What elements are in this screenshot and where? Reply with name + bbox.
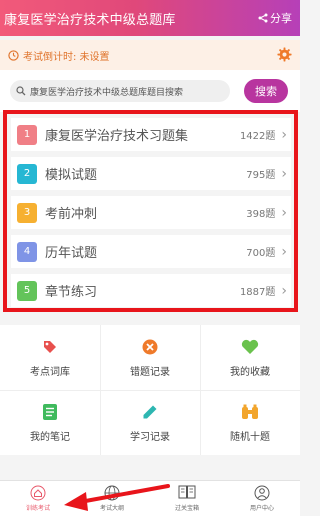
- item-number-badge: 1: [17, 124, 37, 145]
- grid-item-study-records[interactable]: 学习记录: [100, 390, 200, 455]
- search-icon: [16, 86, 26, 96]
- tab-training-exam[interactable]: 训练考试: [8, 485, 68, 515]
- grid-item-favorites[interactable]: 我的收藏: [200, 325, 300, 390]
- grid-item-label: 考点词库: [30, 367, 70, 378]
- share-label: 分享: [270, 12, 292, 25]
- question-bank-item[interactable]: 2 模拟试题 795题 ›: [11, 157, 291, 190]
- item-count: 398题: [246, 209, 276, 220]
- chevron-right-icon: ›: [281, 126, 287, 143]
- chevron-right-icon: ›: [281, 282, 287, 299]
- item-count: 795题: [246, 170, 276, 181]
- item-label: 历年试题: [45, 246, 98, 261]
- annotation-arrow: [64, 484, 170, 511]
- share-button[interactable]: 分享: [258, 10, 300, 26]
- clock-icon: [8, 49, 19, 61]
- exam-countdown-bar[interactable]: 考试倒计时: 未设置: [0, 40, 300, 70]
- grid-item-label: 我的收藏: [230, 367, 270, 378]
- gear-icon[interactable]: [277, 47, 292, 62]
- grid-item-random-ten[interactable]: 随机十题: [200, 390, 300, 455]
- question-bank-item[interactable]: 5 章节练习 1887题 ›: [11, 274, 291, 307]
- question-bank-item[interactable]: 3 考前冲刺 398题 ›: [11, 196, 291, 229]
- item-label: 考前冲刺: [45, 207, 98, 222]
- countdown-text: 考试倒计时: 未设置: [23, 51, 110, 63]
- item-count: 1422题: [239, 131, 276, 142]
- home-icon: [30, 485, 46, 501]
- question-bank-item[interactable]: 4 历年试题 700题 ›: [11, 235, 291, 268]
- function-grid: 考点词库 错题记录 我的收藏 我的笔记 学习记录 随机十题: [0, 325, 300, 455]
- search-button[interactable]: 搜索: [244, 79, 288, 103]
- question-bank-item[interactable]: 1 康复医学治疗技术习题集 1422题 ›: [11, 118, 291, 151]
- item-label: 章节练习: [45, 285, 98, 300]
- item-label: 模拟试题: [45, 168, 98, 183]
- pencil-icon: [142, 402, 158, 422]
- item-number-badge: 3: [17, 202, 37, 223]
- grid-item-label: 我的笔记: [30, 432, 70, 443]
- grid-item-label: 学习记录: [130, 432, 170, 443]
- search-area: 康复医学治疗技术中级总题库题目搜索 搜索: [0, 70, 300, 112]
- question-bank-list: 1 康复医学治疗技术习题集 1422题 › 2 模拟试题 795题 › 3 考前…: [3, 110, 298, 312]
- search-placeholder: 康复医学治疗技术中级总题库题目搜索: [30, 87, 184, 98]
- app-header: 康复医学治疗技术中级总题库 分享: [0, 0, 300, 36]
- chevron-right-icon: ›: [281, 204, 287, 221]
- book-icon: [178, 485, 196, 501]
- binoculars-icon: [241, 402, 259, 422]
- search-input[interactable]: 康复医学治疗技术中级总题库题目搜索: [10, 80, 230, 102]
- tab-label: 过关宝箱: [174, 505, 199, 512]
- item-number-badge: 2: [17, 163, 37, 184]
- tag-icon: [42, 337, 58, 357]
- tab-user-center[interactable]: 用户中心: [232, 485, 292, 515]
- notes-icon: [43, 402, 57, 422]
- user-icon: [254, 485, 270, 501]
- grid-item-label: 随机十题: [230, 432, 270, 443]
- item-number-badge: 4: [17, 241, 37, 262]
- close-circle-icon: [142, 337, 158, 357]
- chevron-right-icon: ›: [281, 165, 287, 182]
- item-number-badge: 5: [17, 280, 37, 301]
- grid-item-keyword-bank[interactable]: 考点词库: [0, 325, 100, 390]
- grid-item-notes[interactable]: 我的笔记: [0, 390, 100, 455]
- share-icon: [258, 13, 268, 23]
- chevron-right-icon: ›: [281, 243, 287, 260]
- item-count: 700题: [246, 248, 276, 259]
- grid-item-wrong-records[interactable]: 错题记录: [100, 325, 200, 390]
- item-label: 康复医学治疗技术习题集: [45, 129, 189, 144]
- heart-icon: [241, 337, 259, 357]
- tab-label: 用户中心: [249, 505, 274, 512]
- tab-label: 训练考试: [25, 505, 50, 512]
- app-title: 康复医学治疗技术中级总题库: [4, 12, 176, 28]
- item-count: 1887题: [239, 287, 276, 298]
- grid-item-label: 错题记录: [130, 367, 170, 378]
